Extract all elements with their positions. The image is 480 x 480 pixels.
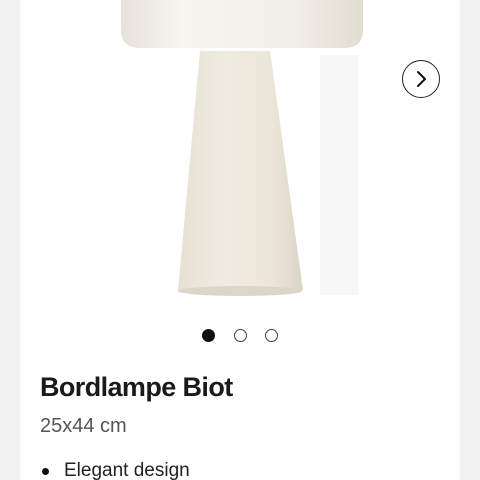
- chevron-right-icon: [417, 71, 426, 87]
- bullet-icon: [42, 468, 49, 475]
- product-image: [121, 0, 363, 296]
- feature-item: Elegant design: [40, 460, 190, 480]
- carousel-indicators: [20, 329, 460, 345]
- feature-label: Elegant design: [64, 460, 190, 480]
- carousel-dot-2[interactable]: [234, 329, 247, 342]
- product-card: Bordlampe Biot 25x44 cm Elegant design: [20, 0, 460, 480]
- image-gallery[interactable]: [20, 0, 460, 310]
- carousel-dot-1[interactable]: [202, 329, 215, 342]
- product-title: Bordlampe Biot: [40, 372, 233, 402]
- feature-list: Elegant design: [40, 460, 190, 480]
- carousel-dot-3[interactable]: [265, 329, 278, 342]
- next-image-button[interactable]: [402, 60, 440, 98]
- product-dimensions: 25x44 cm: [40, 415, 127, 437]
